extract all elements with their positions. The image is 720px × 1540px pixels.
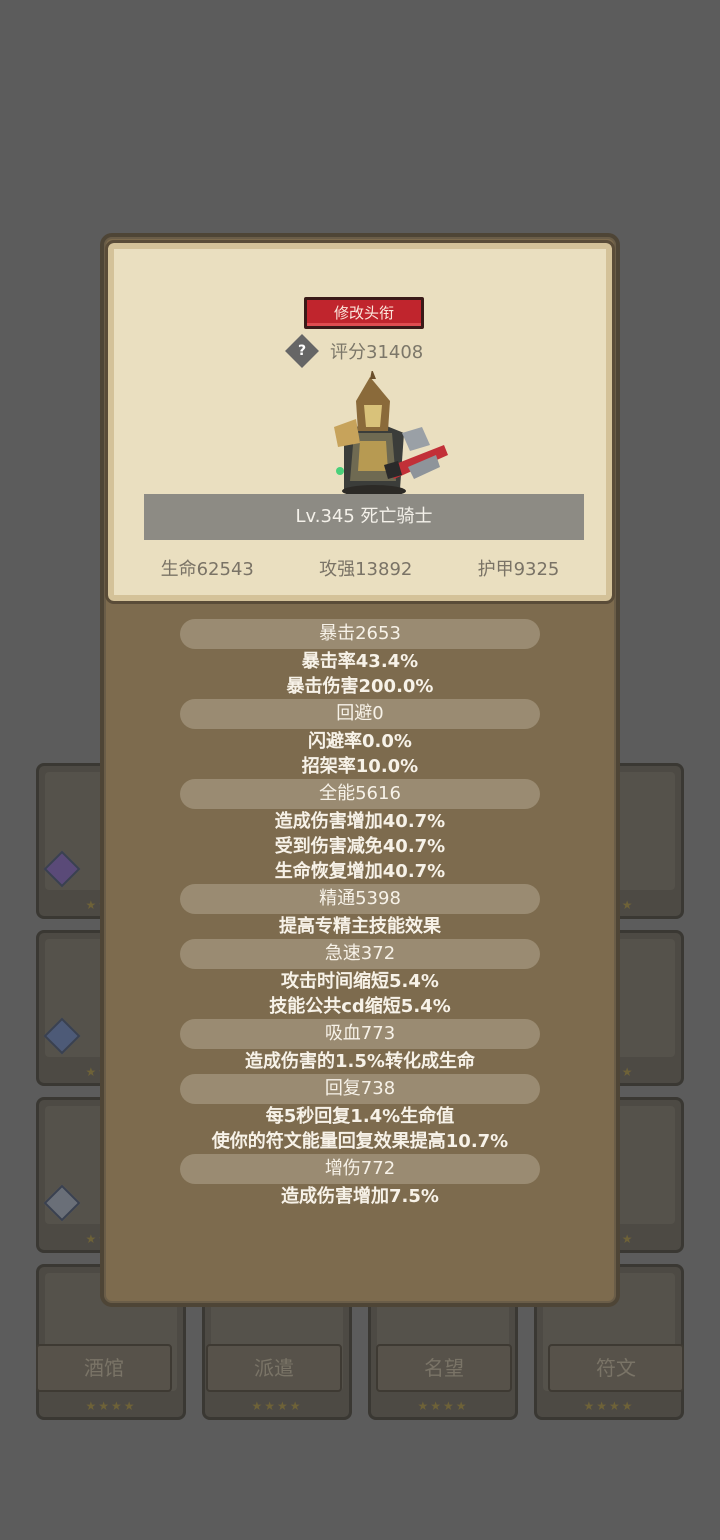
stat-hp: 生命62543	[160, 559, 254, 580]
star-rating: ★★★★	[417, 1399, 469, 1413]
star-rating: ★★★★	[85, 1399, 137, 1413]
attr-effect: 造成伤害增加7.5%	[281, 1186, 439, 1207]
tab-tavern[interactable]: 酒馆	[36, 1344, 172, 1392]
attr-effect: 每5秒回复1.4%生命值	[265, 1106, 455, 1127]
attr-effect: 攻击时间缩短5.4%	[281, 971, 439, 992]
attr-heading: 急速372	[180, 939, 540, 969]
score-text: 评分31408	[330, 342, 424, 363]
tab-fame[interactable]: 名望	[376, 1344, 512, 1392]
attr-effect: 暴击伤害200.0%	[286, 676, 434, 697]
attr-heading: 精通5398	[180, 884, 540, 914]
attribute-list: 暴击2653 暴击率43.4% 暴击伤害200.0% 回避0 闪避率0.0% 招…	[104, 619, 616, 1209]
attr-heading: 回复738	[180, 1074, 540, 1104]
attr-effect: 暴击率43.4%	[301, 651, 419, 672]
star-rating: ★★★★	[251, 1399, 303, 1413]
attr-effect: 造成伤害增加40.7%	[274, 811, 446, 832]
attr-heading: 增伤772	[180, 1154, 540, 1184]
hero-name-bar: Lv.345 死亡骑士	[144, 494, 584, 540]
hero-info-card: 修改头衔 ? 评分31408 Lv.345 死亡骑士 生命62543 攻强138…	[105, 240, 615, 604]
attr-effect: 造成伤害的1.5%转化成生命	[245, 1051, 475, 1072]
attr-effect: 提高专精主技能效果	[279, 916, 441, 937]
stat-attack-power: 攻强13892	[319, 559, 413, 580]
attr-heading: 回避0	[180, 699, 540, 729]
stat-armor: 护甲9325	[477, 559, 560, 580]
score-row: ? 评分31408	[285, 334, 424, 368]
tab-runes[interactable]: 符文	[548, 1344, 684, 1392]
attr-effect: 使你的符文能量回复效果提高10.7%	[211, 1131, 509, 1152]
attr-heading: 吸血773	[180, 1019, 540, 1049]
attr-effect: 技能公共cd缩短5.4%	[269, 996, 451, 1017]
change-title-button[interactable]: 修改头衔	[304, 297, 424, 329]
hero-detail-panel: 修改头衔 ? 评分31408 Lv.345 死亡骑士 生命62543 攻强138…	[100, 233, 620, 1307]
attr-effect: 闪避率0.0%	[308, 731, 412, 752]
death-knight-hero-icon	[334, 371, 448, 497]
star-rating: ★★★★	[583, 1399, 635, 1413]
attr-effect: 生命恢复增加40.7%	[274, 861, 446, 882]
attr-heading: 全能5616	[180, 779, 540, 809]
attr-effect: 受到伤害减免40.7%	[274, 836, 446, 857]
core-stats: 生命62543 攻强13892 护甲9325	[114, 555, 606, 581]
tab-dispatch[interactable]: 派遣	[206, 1344, 342, 1392]
attr-effect: 招架率10.0%	[301, 756, 419, 777]
attr-heading: 暴击2653	[180, 619, 540, 649]
help-icon[interactable]: ?	[285, 334, 319, 368]
